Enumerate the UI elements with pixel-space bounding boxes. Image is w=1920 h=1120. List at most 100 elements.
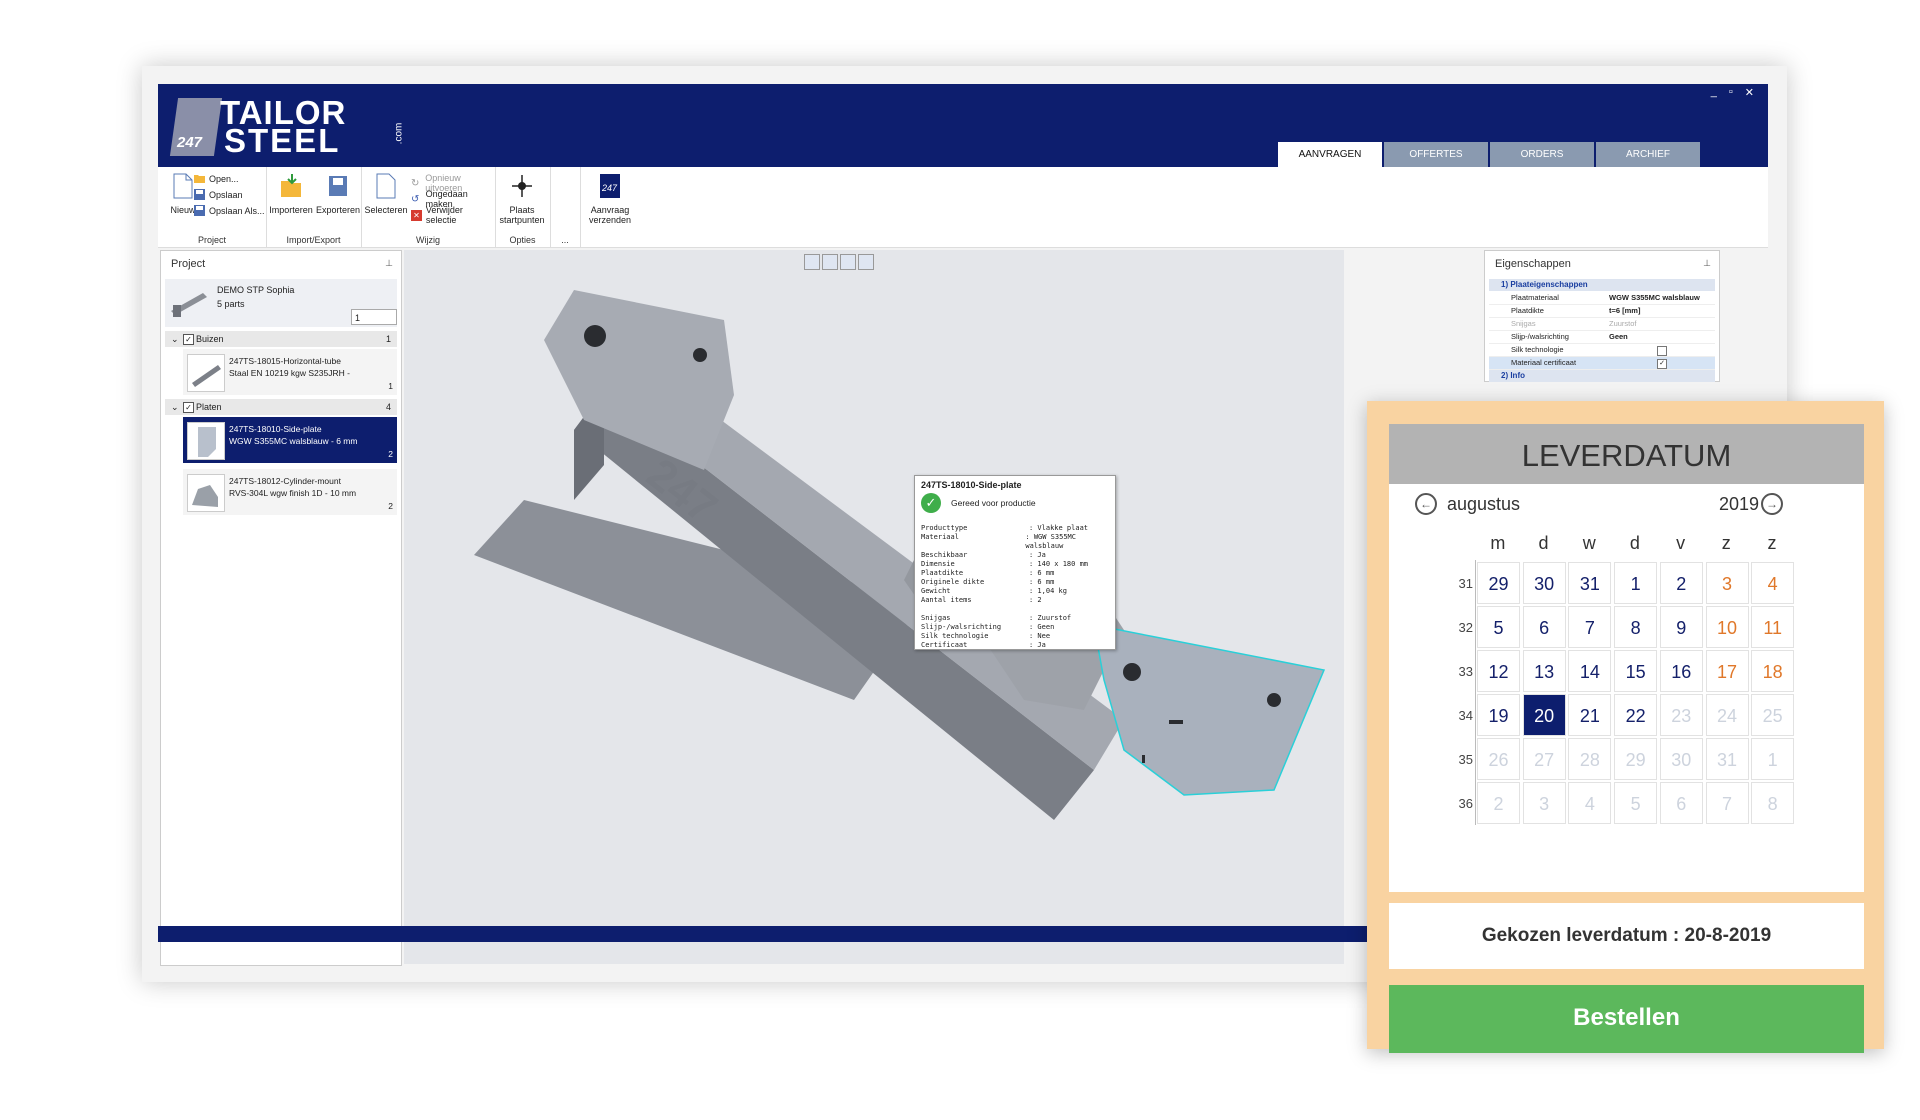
day-cell[interactable]: 3	[1705, 562, 1749, 604]
app-header: 247 TAILOR STEEL .com _ ▫ ✕ AANVRAGEN OF…	[158, 84, 1768, 167]
day-cell[interactable]: 1	[1614, 562, 1658, 604]
minimize-button[interactable]: _	[1711, 86, 1717, 99]
ribbon-group-project: Nieuw Open... Opslaan Opslaan Als... Pro…	[158, 167, 267, 247]
window-controls: _ ▫ ✕	[1711, 86, 1754, 99]
day-cell: 1	[1751, 738, 1795, 780]
checkbox-platen[interactable]: ✓	[183, 402, 194, 413]
day-cell: 31	[1705, 738, 1749, 780]
day-cell[interactable]: 14	[1568, 650, 1612, 692]
weekday-label: m	[1490, 533, 1506, 553]
day-cell[interactable]: 30	[1522, 562, 1566, 604]
3d-viewport[interactable]: 247 247TS-18010-Side-plate ✓ Gereed voor…	[404, 250, 1344, 964]
day-cell[interactable]: 12	[1477, 650, 1520, 692]
bestellen-button[interactable]: Bestellen	[1389, 985, 1864, 1053]
weekday-label: d	[1629, 533, 1640, 553]
day-cell[interactable]: 16	[1659, 650, 1703, 692]
day-cell[interactable]: 13	[1522, 650, 1566, 692]
certificaat-checkbox[interactable]: ✓	[1657, 359, 1667, 369]
day-cell[interactable]: 19	[1477, 694, 1520, 736]
prop-row[interactable]: Materiaal certificaat ✓	[1489, 357, 1715, 370]
importeren-button[interactable]: Importeren	[266, 173, 316, 215]
section-info[interactable]: 2) Info	[1489, 370, 1715, 382]
day-cell[interactable]: 7	[1568, 606, 1612, 648]
day-cell[interactable]: 21	[1568, 694, 1612, 736]
silk-checkbox[interactable]	[1657, 346, 1667, 356]
week-number: 35	[1458, 752, 1473, 767]
calendar-month: augustus	[1447, 494, 1521, 514]
arrow-right-icon[interactable]: →	[1761, 493, 1783, 515]
tooltip-status: Gereed voor productie	[951, 498, 1036, 508]
chevron-down-icon[interactable]: ⌄	[171, 331, 179, 347]
pin-icon[interactable]: ⊥	[1703, 258, 1711, 269]
day-cell: 6	[1659, 782, 1703, 824]
day-cell[interactable]: 22	[1614, 694, 1658, 736]
tab-orders[interactable]: ORDERS	[1490, 142, 1594, 167]
day-cell[interactable]: 4	[1751, 562, 1795, 604]
project-quantity-stepper[interactable]: 1	[351, 309, 397, 325]
new-document-icon	[173, 173, 193, 199]
weekday-label: z	[1721, 533, 1731, 553]
checkbox-buizen[interactable]: ✓	[183, 334, 194, 345]
crosshair-icon	[512, 175, 532, 197]
group-buizen[interactable]: ⌄ ✓ Buizen 1	[165, 331, 397, 347]
open-button[interactable]: Open...	[194, 173, 239, 184]
day-cell[interactable]: 31	[1568, 562, 1612, 604]
arrow-left-icon[interactable]: ←	[1415, 493, 1437, 515]
day-cell-selected[interactable]: 20	[1522, 694, 1566, 736]
exporteren-button[interactable]: Exporteren	[313, 173, 363, 215]
aanvraag-verzenden-button[interactable]: 247 Aanvraag verzenden	[585, 173, 635, 225]
day-cell[interactable]: 8	[1614, 606, 1658, 648]
tab-archief[interactable]: ARCHIEF	[1596, 142, 1700, 167]
prop-row[interactable]: Plaatdikte t=6 [mm]	[1489, 305, 1715, 318]
prop-row[interactable]: Silk technologie	[1489, 344, 1715, 357]
weekday-label: v	[1676, 533, 1686, 553]
restore-button[interactable]: ▫	[1729, 86, 1733, 99]
day-cell[interactable]: 10	[1705, 606, 1749, 648]
day-cell[interactable]: 6	[1522, 606, 1566, 648]
chevron-down-icon[interactable]: ⌄	[171, 399, 179, 415]
export-disk-icon	[329, 176, 347, 196]
3d-model[interactable]: 247	[404, 250, 1344, 964]
prop-row: Snijgas Zuurstof	[1489, 318, 1715, 331]
verwijder-selectie-button[interactable]: ✕ Verwijder selectie	[411, 205, 495, 225]
group-platen[interactable]: ⌄ ✓ Platen 4	[165, 399, 397, 415]
day-cell[interactable]: 5	[1477, 606, 1520, 648]
section-plaateigenschappen[interactable]: 1) Plaateigenschappen	[1489, 279, 1715, 291]
prop-row[interactable]: Slijp-/walsrichting Geen	[1489, 331, 1715, 344]
day-cell[interactable]: 29	[1477, 562, 1520, 604]
plaats-startpunten-button[interactable]: Plaats startpunten	[497, 173, 547, 225]
tab-aanvragen[interactable]: AANVRAGEN	[1278, 142, 1382, 167]
project-panel-title: Project	[171, 258, 206, 270]
calendar-year: 2019	[1719, 494, 1760, 514]
day-cell: 3	[1522, 782, 1566, 824]
opslaan-als-button[interactable]: Opslaan Als...	[194, 205, 265, 216]
close-button[interactable]: ✕	[1745, 86, 1754, 99]
day-cell: 25	[1751, 694, 1795, 736]
day-cell[interactable]: 11	[1751, 606, 1795, 648]
ribbon-group-more: ...	[550, 167, 581, 247]
calendar-body: LEVERDATUM ← augustus 2019 → mdwdvzz 31 3…	[1389, 424, 1864, 892]
project-summary[interactable]: DEMO STP Sophia 5 parts 1	[165, 279, 397, 327]
day-cell[interactable]: 15	[1614, 650, 1658, 692]
tab-offertes[interactable]: OFFERTES	[1384, 142, 1488, 167]
weekday-header: mdwdvzz	[1475, 533, 1795, 554]
delivery-date-calendar: LEVERDATUM ← augustus 2019 → mdwdvzz 31 3…	[1367, 401, 1884, 1053]
day-cell[interactable]: 18	[1751, 650, 1795, 692]
group-label-import-export: Import/Export	[286, 235, 341, 245]
day-cell[interactable]: 9	[1659, 606, 1703, 648]
part-item[interactable]: 247TS-18015-Horizontal-tube Staal EN 102…	[183, 349, 397, 395]
day-grid: 29 30 31 1 2 3 4 5 6 7 8 9 10 11 12 13 14 15 16 17 18 19 20 21 2…	[1475, 560, 1796, 825]
selecteren-button[interactable]: Selecteren	[361, 173, 411, 215]
redo-icon: ↻	[411, 177, 420, 189]
project-panel: Project ⊥ DEMO STP Sophia 5 parts 1 ⌄ ✓ …	[160, 250, 402, 966]
save-icon	[194, 189, 205, 200]
day-cell[interactable]: 17	[1705, 650, 1749, 692]
day-cell[interactable]: 2	[1659, 562, 1703, 604]
part-item[interactable]: 247TS-18012-Cylinder-mount RVS-304L wgw …	[183, 469, 397, 515]
part-item-selected[interactable]: 247TS-18010-Side-plate WGW S355MC walsbl…	[183, 417, 397, 463]
pin-icon[interactable]: ⊥	[385, 258, 393, 269]
prop-row[interactable]: Plaatmateriaal WGW S355MC walsblauw	[1489, 292, 1715, 305]
opslaan-button[interactable]: Opslaan	[194, 189, 243, 200]
day-cell: 26	[1477, 738, 1520, 780]
weekday-label: d	[1538, 533, 1549, 553]
